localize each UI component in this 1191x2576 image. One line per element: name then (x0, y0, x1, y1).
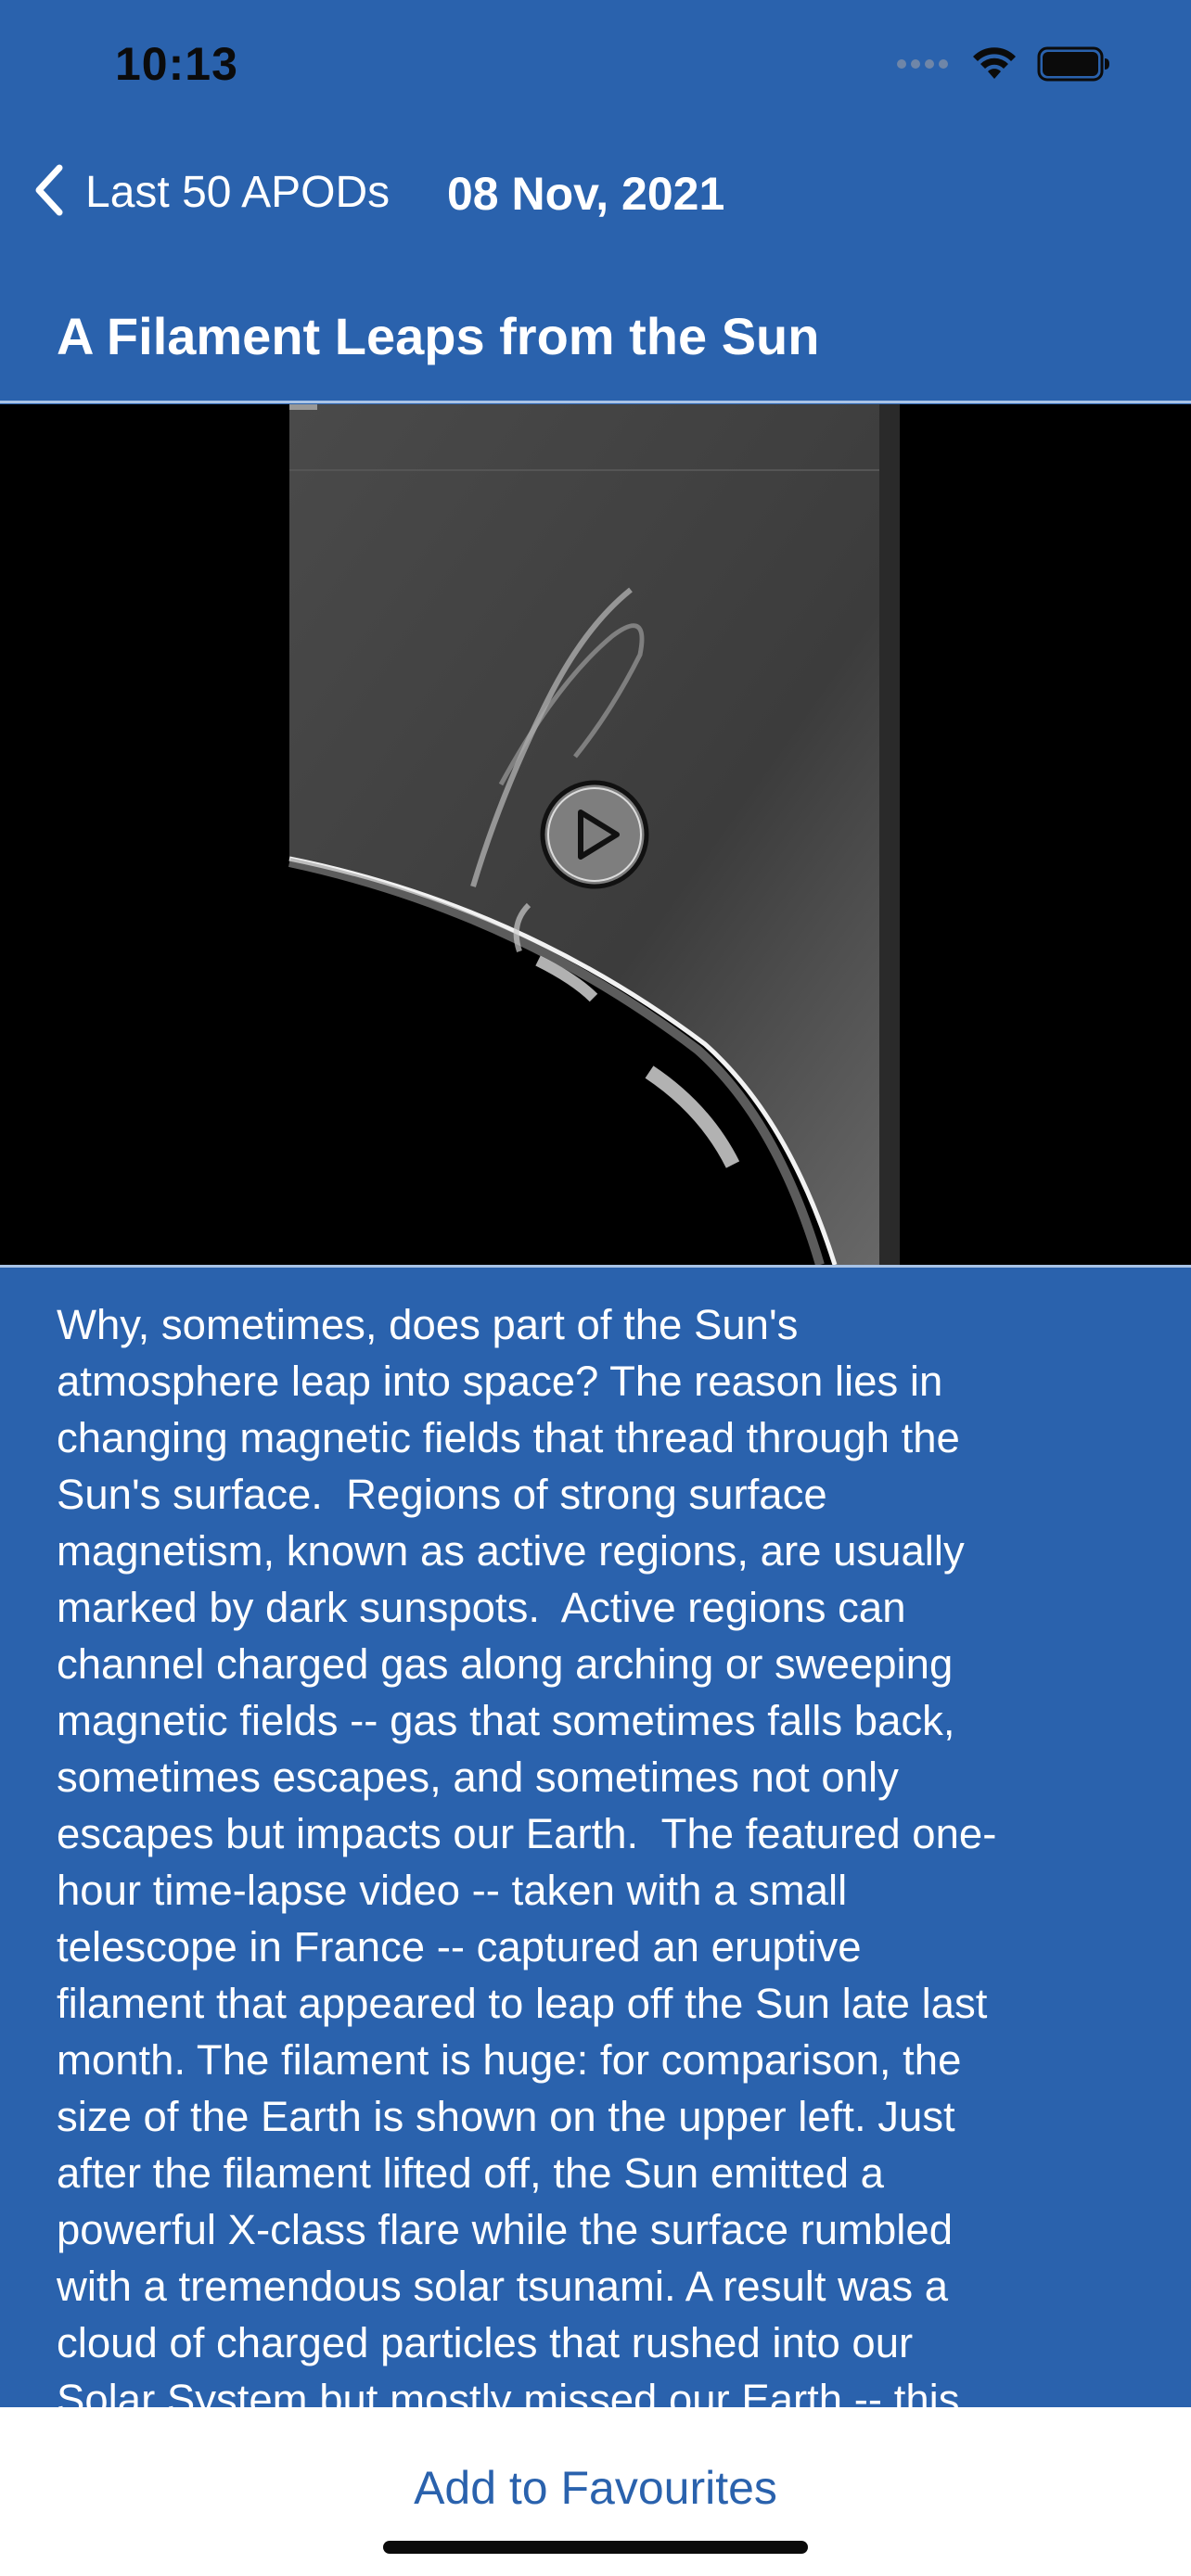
wifi-icon (972, 47, 1017, 85)
play-icon (539, 780, 650, 894)
home-indicator[interactable] (383, 2541, 808, 2554)
play-button[interactable] (539, 779, 650, 890)
nav-date-title: 08 Nov, 2021 (447, 168, 725, 220)
battery-icon (1037, 46, 1111, 86)
status-time: 10:13 (115, 38, 238, 90)
status-icons (896, 46, 1111, 86)
nav-bar: Last 50 APODs 08 Nov, 2021 (0, 139, 1191, 247)
back-label: Last 50 APODs (85, 168, 391, 217)
video-player[interactable] (0, 404, 1191, 1265)
status-bar: 10:13 (0, 0, 1191, 130)
article-description: Why, sometimes, does part of the Sun's a… (57, 1301, 997, 2407)
signal-dots-icon (896, 57, 952, 75)
chevron-left-icon (33, 163, 65, 222)
divider (0, 1265, 1191, 1268)
bottom-bar: Add to Favourites (0, 2407, 1191, 2576)
back-button[interactable]: Last 50 APODs (33, 163, 390, 222)
add-to-favourites-button[interactable]: Add to Favourites (0, 2461, 1191, 2515)
page-title: A Filament Leaps from the Sun (57, 307, 820, 365)
divider (0, 401, 1191, 403)
